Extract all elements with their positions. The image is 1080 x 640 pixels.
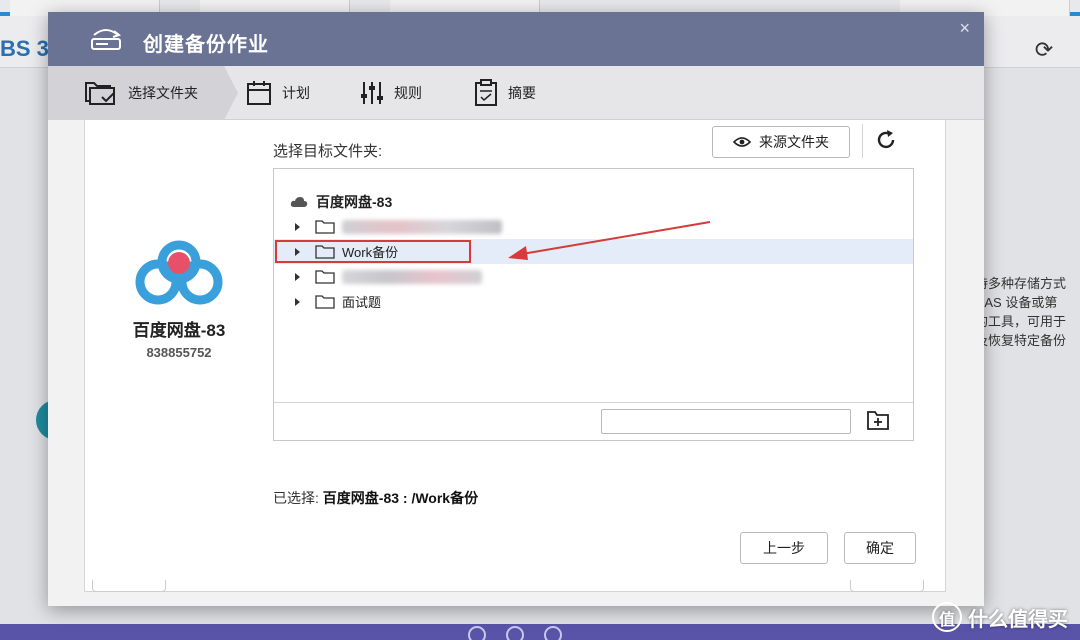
redacted-folder-name bbox=[342, 219, 502, 234]
folder-icon bbox=[315, 245, 335, 259]
watermark-text: 什么值得买 bbox=[968, 608, 1068, 631]
background-description: 持多种存储方式 NAS 设备或第 的工具，可用于 及恢复特定备份 bbox=[975, 274, 1080, 350]
hidden-button-edge bbox=[92, 580, 166, 592]
dock-icon[interactable] bbox=[468, 626, 486, 640]
background-text-line: 的工具，可用于 bbox=[975, 314, 1067, 329]
folder-icon bbox=[315, 295, 335, 309]
step-label: 计划 bbox=[282, 85, 310, 101]
dialog-header: 创建备份作业 × bbox=[48, 12, 984, 66]
tree-item[interactable]: 面试题 bbox=[274, 289, 913, 314]
eye-icon bbox=[733, 137, 751, 147]
background-text-line: 持多种存储方式 bbox=[975, 276, 1067, 291]
create-backup-dialog: 创建备份作业 × 选择文件夹 计划 规则 摘要 百度网盘-83 83885575… bbox=[48, 12, 984, 606]
baidu-netdisk-logo bbox=[135, 240, 223, 305]
step-rules[interactable]: 规则 bbox=[360, 66, 422, 120]
background-text-line: NAS 设备或第 bbox=[975, 295, 1058, 310]
selected-path-info: 已选择: 百度网盘-83 : /Work备份 bbox=[273, 488, 478, 508]
source-folder-button[interactable]: 来源文件夹 bbox=[712, 126, 850, 158]
background-refresh-icon[interactable]: ⟳ bbox=[1032, 38, 1056, 62]
expand-caret-icon[interactable] bbox=[295, 247, 300, 256]
tree-item-label: Work备份 bbox=[342, 245, 399, 260]
wizard-steps: 选择文件夹 计划 规则 摘要 bbox=[48, 66, 984, 120]
step-select-folder[interactable]: 选择文件夹 bbox=[48, 66, 238, 120]
tree-item-selected[interactable]: Work备份 bbox=[274, 239, 913, 264]
hidden-button-edge bbox=[850, 580, 924, 592]
backup-drive-icon bbox=[91, 29, 122, 50]
expand-caret-icon[interactable] bbox=[295, 272, 300, 281]
clipboard-icon bbox=[475, 79, 497, 106]
selected-path: 百度网盘-83 : /Work备份 bbox=[322, 490, 479, 506]
dock-icon[interactable] bbox=[506, 626, 524, 640]
selected-prefix: 已选择: bbox=[273, 490, 319, 506]
tree-item[interactable] bbox=[274, 264, 913, 289]
watermark: 什么值得买 bbox=[932, 602, 1068, 632]
tree-item[interactable] bbox=[274, 214, 913, 239]
dialog-title: 创建备份作业 bbox=[143, 34, 269, 56]
background-text-line: 及恢复特定备份 bbox=[975, 333, 1067, 348]
cloud-icon bbox=[290, 196, 308, 207]
folder-check-icon bbox=[85, 82, 115, 105]
refresh-icon[interactable] bbox=[874, 128, 898, 152]
account-id: 838855752 bbox=[146, 345, 212, 360]
redacted-folder-name bbox=[342, 269, 482, 284]
step-arrow bbox=[224, 66, 238, 120]
folder-tree: 百度网盘-83 Work备份 面试题 bbox=[273, 168, 914, 441]
previous-button[interactable]: 上一步 bbox=[740, 532, 828, 564]
step-label: 规则 bbox=[394, 85, 422, 101]
new-folder-icon[interactable] bbox=[866, 409, 890, 431]
step-summary[interactable]: 摘要 bbox=[474, 66, 536, 120]
expand-caret-icon[interactable] bbox=[295, 222, 300, 231]
tree-footer bbox=[274, 402, 913, 440]
ok-button[interactable]: 确定 bbox=[844, 532, 916, 564]
divider bbox=[862, 124, 863, 158]
account-name: 百度网盘-83 bbox=[132, 321, 226, 340]
folder-icon bbox=[315, 270, 335, 284]
tree-item-label: 面试题 bbox=[342, 295, 382, 310]
background-app-title: BS 3 bbox=[0, 36, 49, 61]
folder-icon bbox=[315, 220, 335, 234]
close-icon[interactable]: × bbox=[959, 18, 970, 39]
step-label: 选择文件夹 bbox=[128, 85, 198, 101]
source-folder-label: 来源文件夹 bbox=[759, 134, 829, 150]
background-dock bbox=[0, 624, 1080, 640]
step-label: 摘要 bbox=[508, 85, 536, 101]
dock-icon[interactable] bbox=[544, 626, 562, 640]
tree-root-label: 百度网盘-83 bbox=[316, 193, 393, 210]
watermark-logo-icon bbox=[932, 602, 962, 632]
new-folder-input[interactable] bbox=[601, 409, 851, 434]
tree-root[interactable]: 百度网盘-83 bbox=[274, 189, 913, 214]
calendar-icon bbox=[247, 81, 271, 105]
expand-caret-icon[interactable] bbox=[295, 297, 300, 306]
target-folder-label: 选择目标文件夹: bbox=[273, 143, 383, 160]
step-schedule[interactable]: 计划 bbox=[246, 66, 310, 120]
sliders-icon bbox=[361, 82, 383, 104]
